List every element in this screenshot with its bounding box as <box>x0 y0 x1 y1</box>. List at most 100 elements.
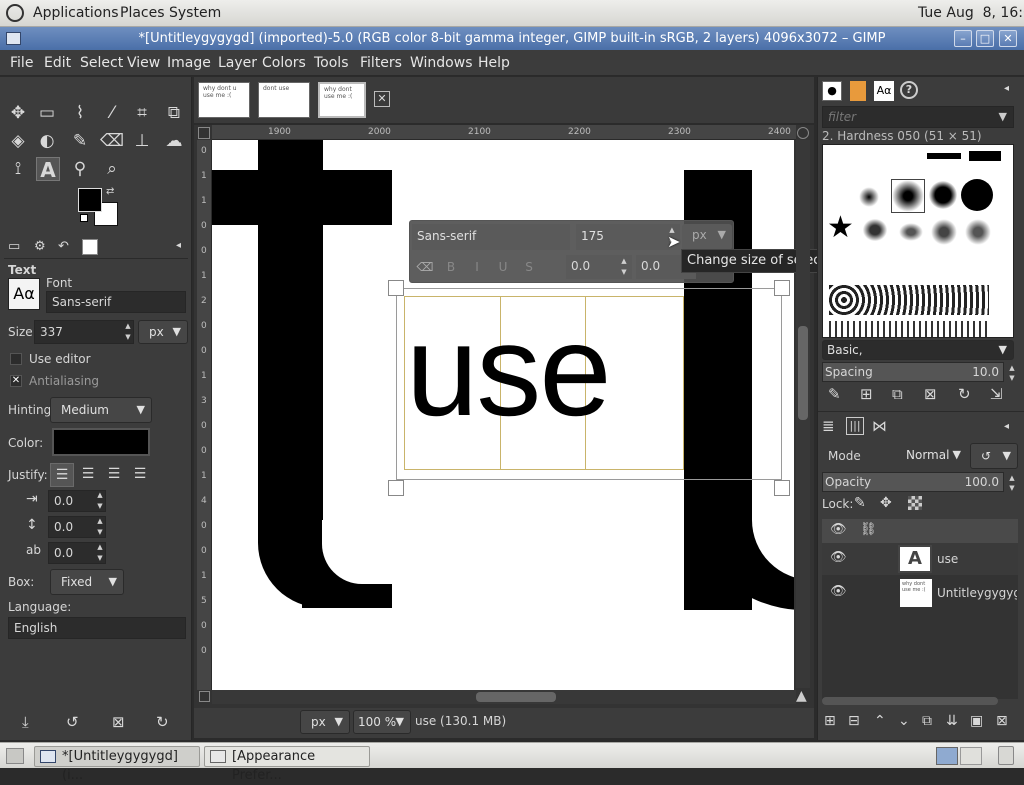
duplicate-brush-icon[interactable]: ⧉ <box>892 385 903 403</box>
justify-right-icon[interactable]: ☰ <box>76 463 100 487</box>
brush-preview-selected[interactable] <box>891 179 925 213</box>
lock-position-icon[interactable]: ✥ <box>880 495 892 511</box>
bucket-fill-tool-icon[interactable]: ◈ <box>6 129 30 153</box>
line-spacing-spin-up[interactable]: ▲ <box>94 516 106 526</box>
channels-tab-icon[interactable]: ||| <box>846 417 864 435</box>
brush-preview[interactable] <box>829 285 989 315</box>
layer-row[interactable]: 👁 why dont use me :( Untitleygygygd.p <box>822 577 1018 609</box>
refresh-brushes-icon[interactable]: ↻ <box>958 385 971 403</box>
new-brush-icon[interactable]: ⊞ <box>860 385 873 403</box>
text-style-size-field[interactable]: 175 <box>576 224 680 250</box>
brush-preview[interactable] <box>969 151 1001 161</box>
paths-tab-icon[interactable]: ⋈ <box>872 417 887 435</box>
applications-menu[interactable]: Applications <box>33 5 119 21</box>
swap-colors-icon[interactable]: ⇄ <box>106 186 114 197</box>
trash-icon[interactable] <box>998 746 1014 765</box>
raise-layer-icon[interactable]: ⌃ <box>874 713 886 729</box>
toggle-quick-mask-icon[interactable] <box>199 691 210 702</box>
delete-brush-icon[interactable]: ⊠ <box>924 385 937 403</box>
open-brush-as-image-icon[interactable]: ⇲ <box>990 385 1003 403</box>
lock-alpha-icon[interactable] <box>908 496 922 510</box>
close-button[interactable]: ✕ <box>999 30 1017 47</box>
new-layer-group-icon[interactable]: ⊟ <box>848 713 860 729</box>
system-menu[interactable]: System <box>169 5 221 21</box>
horizontal-scroll-thumb[interactable] <box>476 692 556 702</box>
menu-colors[interactable]: Colors <box>262 55 306 71</box>
brush-preview[interactable] <box>927 153 961 159</box>
debian-logo-icon[interactable] <box>6 4 24 22</box>
task-gimp[interactable]: *[Untitleygygygd] (i... <box>34 746 200 783</box>
brush-preview[interactable] <box>859 187 879 207</box>
resize-handle[interactable] <box>388 280 404 296</box>
layer-row[interactable]: 👁 A use <box>822 543 1018 575</box>
layer-mode-reset[interactable]: ↺ ▼ <box>970 443 1018 469</box>
color-picker-tool-icon[interactable]: ⚲ <box>68 157 92 181</box>
menu-file[interactable]: File <box>10 55 33 71</box>
menu-tools[interactable]: Tools <box>314 55 349 71</box>
fuzzy-select-tool-icon[interactable]: ⁄ <box>100 101 124 125</box>
language-field[interactable]: English <box>8 617 186 639</box>
zoom-select[interactable]: 100 % ▼ <box>353 710 411 734</box>
smudge-tool-icon[interactable]: ☁ <box>162 129 186 153</box>
brushes-tab-icon[interactable]: ● <box>822 81 842 101</box>
line-spacing-spin-down[interactable]: ▼ <box>94 527 106 537</box>
brush-preview[interactable] <box>931 219 957 245</box>
font-preview-button[interactable]: Aα <box>8 278 40 310</box>
justify-center-icon[interactable]: ☰ <box>102 463 126 487</box>
workspace-switcher[interactable] <box>936 747 958 765</box>
unit-select[interactable]: px ▼ <box>300 710 350 734</box>
fonts-tab-icon[interactable]: Aα <box>874 81 894 101</box>
close-image-icon[interactable]: ✕ <box>374 91 390 107</box>
dock-menu-icon[interactable]: ◂ <box>176 240 181 251</box>
strikethrough-icon[interactable]: S <box>518 255 540 279</box>
menu-windows[interactable]: Windows <box>410 55 473 71</box>
indent-spin-down[interactable]: ▼ <box>94 501 106 511</box>
images-tab-icon[interactable] <box>82 239 98 255</box>
dock-menu-icon[interactable]: ◂ <box>1004 83 1009 94</box>
transform-tool-icon[interactable]: ⧉ <box>162 101 186 125</box>
lock-pixels-icon[interactable]: ✎ <box>854 495 866 511</box>
bold-icon[interactable]: B <box>440 255 462 279</box>
layer-mask-icon[interactable]: ▣ <box>970 713 983 729</box>
hinting-select[interactable]: Medium ▼ <box>50 397 152 423</box>
image-tab-thumbnail[interactable]: why dont use me :( <box>318 82 366 118</box>
brush-filter-input[interactable]: filter ▼ <box>822 106 1014 128</box>
menu-select[interactable]: Select <box>80 55 123 71</box>
clear-style-icon[interactable]: ⌫ <box>414 255 436 279</box>
horizontal-scrollbar[interactable] <box>212 690 796 704</box>
default-colors-icon[interactable] <box>80 214 88 222</box>
reset-options-icon[interactable]: ↻ <box>156 713 169 731</box>
device-status-tab-icon[interactable]: ⚙ <box>34 239 46 254</box>
menu-help[interactable]: Help <box>478 55 510 71</box>
new-layer-icon[interactable]: ⊞ <box>824 713 836 729</box>
resize-handle[interactable] <box>774 280 790 296</box>
antialiasing-checkbox[interactable]: ✕ <box>10 375 22 387</box>
vertical-scrollbar[interactable] <box>796 140 810 688</box>
gradient-tool-icon[interactable]: ◐ <box>35 129 59 153</box>
text-style-unit-select[interactable]: px ▼ <box>682 224 732 250</box>
vertical-scroll-thumb[interactable] <box>798 326 808 420</box>
menu-edit[interactable]: Edit <box>44 55 71 71</box>
font-field[interactable]: Sans-serif <box>46 291 186 313</box>
layer-visibility-eye-icon[interactable]: 👁 <box>830 550 847 565</box>
brush-preview[interactable] <box>829 321 989 337</box>
help-icon[interactable]: ? <box>900 81 918 99</box>
workspace-switcher-2[interactable] <box>960 747 982 765</box>
paths-tool-icon[interactable]: ⟟ <box>6 157 30 181</box>
merge-layer-icon[interactable]: ⇊ <box>946 713 958 729</box>
eraser-tool-icon[interactable]: ⌫ <box>100 129 124 153</box>
save-options-icon[interactable]: ⤓ <box>22 713 29 731</box>
layer-mode-select[interactable]: Normal ▼ <box>822 443 967 469</box>
clock[interactable]: Tue Aug 8, 16:01 <box>918 5 1024 21</box>
clone-tool-icon[interactable]: ⊥ <box>130 129 154 153</box>
baseline-spin-up[interactable]: ▲ <box>618 256 630 266</box>
minimize-button[interactable]: – <box>954 30 972 47</box>
letter-spacing-spin-up[interactable]: ▲ <box>94 542 106 552</box>
size-unit-select[interactable]: px ▼ <box>138 320 188 344</box>
edit-brush-icon[interactable]: ✎ <box>828 385 841 403</box>
places-menu[interactable]: Places <box>120 5 165 21</box>
move-tool-icon[interactable]: ✥ <box>6 101 30 125</box>
resize-handle[interactable] <box>774 480 790 496</box>
text-style-font-field[interactable]: Sans-serif <box>412 224 570 250</box>
restore-options-icon[interactable]: ↺ <box>66 713 79 731</box>
